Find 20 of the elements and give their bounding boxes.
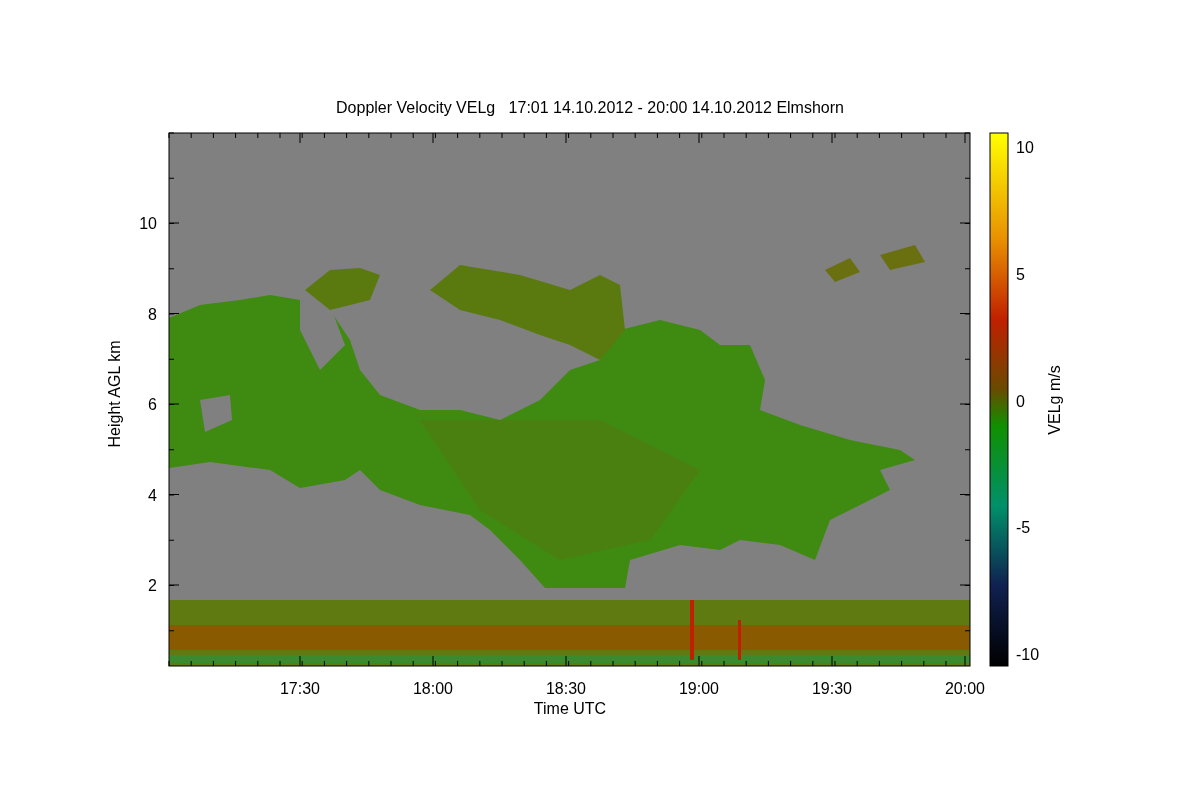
tick-label: 20:00 [945,680,985,697]
tick-label: 4 [148,486,157,504]
tick-label: 2 [148,577,157,594]
tick-label: 18:00 [413,680,453,697]
tick-label: 19:30 [812,680,852,697]
axis-label: Time UTC [533,700,607,717]
colorbar-label: VELg m/s [1046,365,1063,435]
tick-label: 8 [148,305,157,323]
tick-label: 17:30 [280,680,320,697]
tick-label: 19:00 [679,680,719,697]
tick-label: 18:30 [546,680,586,697]
tick-label: -10 [1016,646,1040,664]
axis-label: Height AGL km [106,340,123,448]
tick-label: 5 [1016,265,1025,283]
tick-label: -5 [1016,519,1031,537]
tick-label: 10 [1016,139,1034,156]
chart-title: Doppler Velocity VELg 17:01 14.10.2012 - 20:00 14.10.2012 Elmshorn [336,99,844,116]
tick-label: 10 [139,215,157,232]
tick-label: 0 [1016,392,1025,410]
tick-label: 6 [148,396,157,413]
